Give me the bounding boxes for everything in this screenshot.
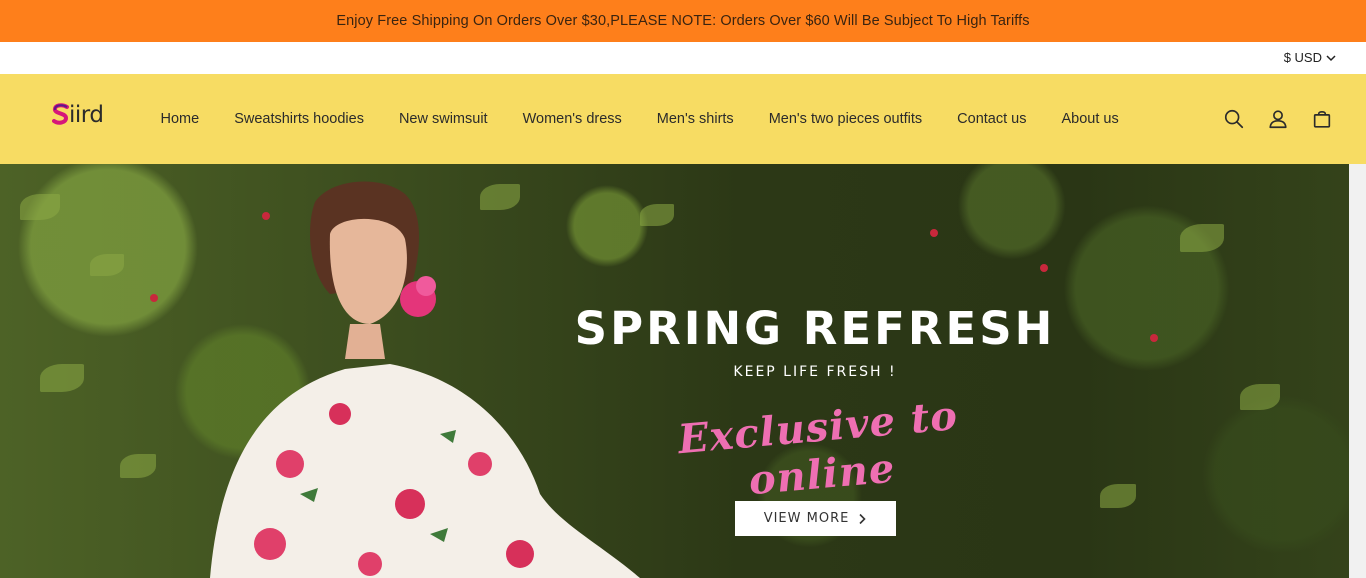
cart-button[interactable] [1300,105,1344,133]
hero-foliage-leaf [90,254,124,276]
nav-item-new-swimsuit[interactable]: New swimsuit [381,111,505,127]
nav-item-sweatshirts-hoodies[interactable]: Sweatshirts hoodies [217,111,382,127]
hero-flower [1040,264,1048,272]
hero-foliage-leaf [1180,224,1224,252]
hero-foliage-leaf [1240,384,1280,410]
currency-selector[interactable]: $ USD [1284,50,1336,65]
hero-foliage-leaf [1100,484,1136,508]
hero-flower [930,229,938,237]
nav-item-mens-two-pieces-outfits[interactable]: Men's two pieces outfits [751,111,939,127]
hero-flower [150,294,158,302]
hero-subtitle: KEEP LIFE FRESH ! [733,364,897,380]
hero-foliage-leaf [20,194,60,220]
utility-bar: $ USD [0,42,1366,74]
account-button[interactable] [1256,105,1300,133]
nav-item-mens-shirts[interactable]: Men's shirts [639,111,751,127]
view-more-label: VIEW MORE [763,511,850,526]
logo-wordmark: iird [69,102,104,128]
header-icons [1212,105,1344,133]
logo-mark-icon [52,103,69,125]
nav-item-home[interactable]: Home [143,111,217,127]
hero-foliage-leaf [120,454,156,478]
site-logo[interactable]: iird [52,100,104,130]
nav-item-about-us[interactable]: About us [1044,111,1136,127]
hero-banner: SPRING REFRESH KEEP LIFE FRESH ! Exclusi… [0,164,1349,578]
page-scrollbar[interactable] [1349,164,1366,578]
search-button[interactable] [1212,105,1256,133]
nav-item-contact-us[interactable]: Contact us [940,111,1044,127]
search-icon [1224,109,1244,129]
hero-title: SPRING REFRESH [574,302,1056,355]
chevron-down-icon [1326,54,1336,61]
announcement-bar: Enjoy Free Shipping On Orders Over $30,P… [0,0,1366,42]
main-nav: Home Sweatshirts hoodies New swimsuit Wo… [143,74,1136,164]
announcement-text: Enjoy Free Shipping On Orders Over $30,P… [336,13,1030,29]
hero-flower [1150,334,1158,342]
nav-item-womens-dress[interactable]: Women's dress [505,111,639,127]
chevron-right-icon [859,513,866,524]
view-more-button[interactable]: VIEW MORE [735,501,896,536]
hero-tagline: Exclusive to online [676,391,960,505]
site-header: iird Home Sweatshirts hoodies New swimsu… [0,74,1366,164]
currency-label: $ USD [1283,50,1322,65]
hero-foliage-leaf [40,364,84,392]
cart-icon [1313,110,1331,128]
account-icon [1269,110,1287,129]
